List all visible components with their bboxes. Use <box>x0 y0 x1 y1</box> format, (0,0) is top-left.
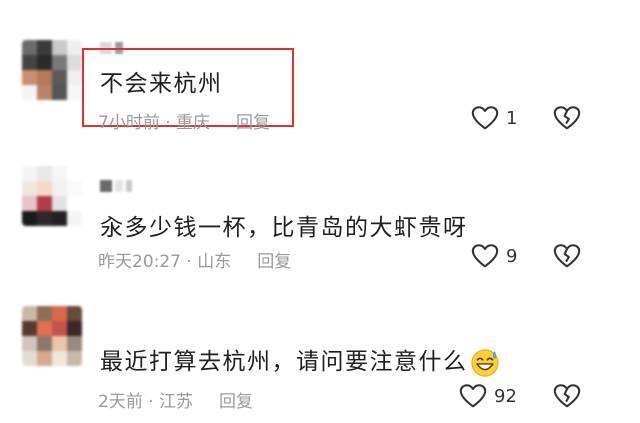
comment-item-3: 最近打算去杭州，请问要注意什么 2天前 · 江苏 回复 92 <box>0 280 640 423</box>
heart-outline-icon <box>471 106 499 130</box>
comment-text: 不会来杭州 <box>100 71 223 97</box>
like-count: 9 <box>506 245 518 267</box>
dislike-button[interactable] <box>552 103 582 137</box>
meta-separator: · <box>181 252 198 272</box>
comment-location: 江苏 <box>159 392 194 412</box>
heart-outline-icon <box>471 244 499 268</box>
broken-heart-icon <box>553 384 581 408</box>
comment-meta: 昨天20:27 · 山东 回复 <box>98 247 291 272</box>
reply-button[interactable]: 回复 <box>257 252 291 272</box>
comment-text: 汆多少钱一杯，比青岛的大虾贵呀 <box>100 215 468 241</box>
comment-item-1: 不会来杭州 7小时前 · 重庆 回复 1 <box>0 0 640 140</box>
comment-meta: 7小时前 · 重庆 回复 <box>98 108 270 133</box>
avatar[interactable] <box>22 40 82 100</box>
comment-time: 2天前 <box>98 392 143 412</box>
comment-text: 最近打算去杭州，请问要注意什么 <box>100 342 500 378</box>
dislike-button[interactable] <box>552 381 582 415</box>
like-button[interactable]: 92 <box>458 381 517 411</box>
broken-heart-icon <box>553 106 581 130</box>
comment-meta: 2天前 · 江苏 回复 <box>98 387 253 412</box>
reply-button[interactable]: 回复 <box>219 392 253 412</box>
heart-outline-icon <box>459 384 487 408</box>
like-button[interactable]: 9 <box>470 241 517 271</box>
dislike-button[interactable] <box>552 241 582 275</box>
avatar[interactable] <box>22 166 82 226</box>
reply-button[interactable]: 回复 <box>236 113 270 133</box>
broken-heart-icon <box>553 244 581 268</box>
meta-separator: · <box>159 113 177 133</box>
like-button[interactable]: 1 <box>470 103 517 133</box>
like-count: 92 <box>494 385 517 407</box>
comment-text-content: 最近打算去杭州，请问要注意什么 <box>100 349 468 375</box>
grinning-sweat-emoji-icon <box>470 348 499 377</box>
like-count: 1 <box>506 107 518 129</box>
meta-separator: · <box>142 392 160 412</box>
comment-time: 昨天20:27 <box>98 252 181 272</box>
comment-location: 重庆 <box>176 113 211 133</box>
comment-time: 7小时前 <box>98 113 160 133</box>
comment-item-2: 汆多少钱一杯，比青岛的大虾贵呀 昨天20:27 · 山东 回复 9 <box>0 140 640 280</box>
avatar[interactable] <box>22 306 82 366</box>
username-blurred[interactable] <box>100 180 132 194</box>
comment-location: 山东 <box>197 252 232 272</box>
